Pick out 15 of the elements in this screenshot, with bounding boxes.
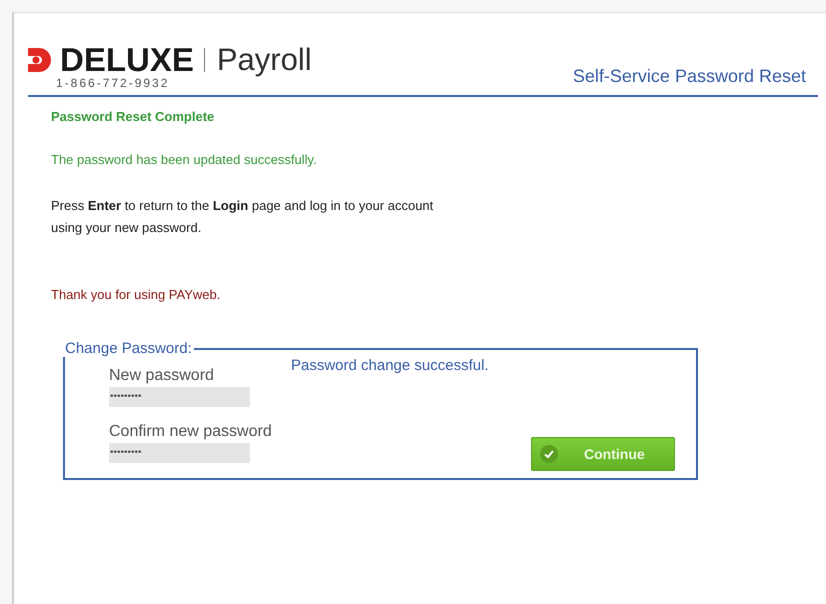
field-label: Confirm new password xyxy=(109,423,273,441)
brand-name: DELUXE xyxy=(60,43,194,77)
password-field[interactable]: ••••••••• xyxy=(109,443,250,463)
thanks-message: Thank you for using PAYweb. xyxy=(51,287,222,302)
field-label: New password xyxy=(109,367,215,385)
product-name: Payroll xyxy=(216,43,312,77)
panel-legend: Change Password: xyxy=(63,340,194,357)
page-title: Self-Service Password Reset xyxy=(572,66,806,88)
status-message: Password change successful. xyxy=(291,357,489,374)
success-message: The password has been updated successfully. xyxy=(51,152,318,167)
phone-number: 1-866-772-9932 xyxy=(56,77,170,89)
status-heading: Password Reset Complete xyxy=(51,109,216,124)
check-icon xyxy=(540,445,558,463)
instructions-text: Press Enter to return to the Login page and log in to your account using your new password. xyxy=(51,197,434,237)
password-field[interactable]: ••••••••• xyxy=(109,387,250,407)
